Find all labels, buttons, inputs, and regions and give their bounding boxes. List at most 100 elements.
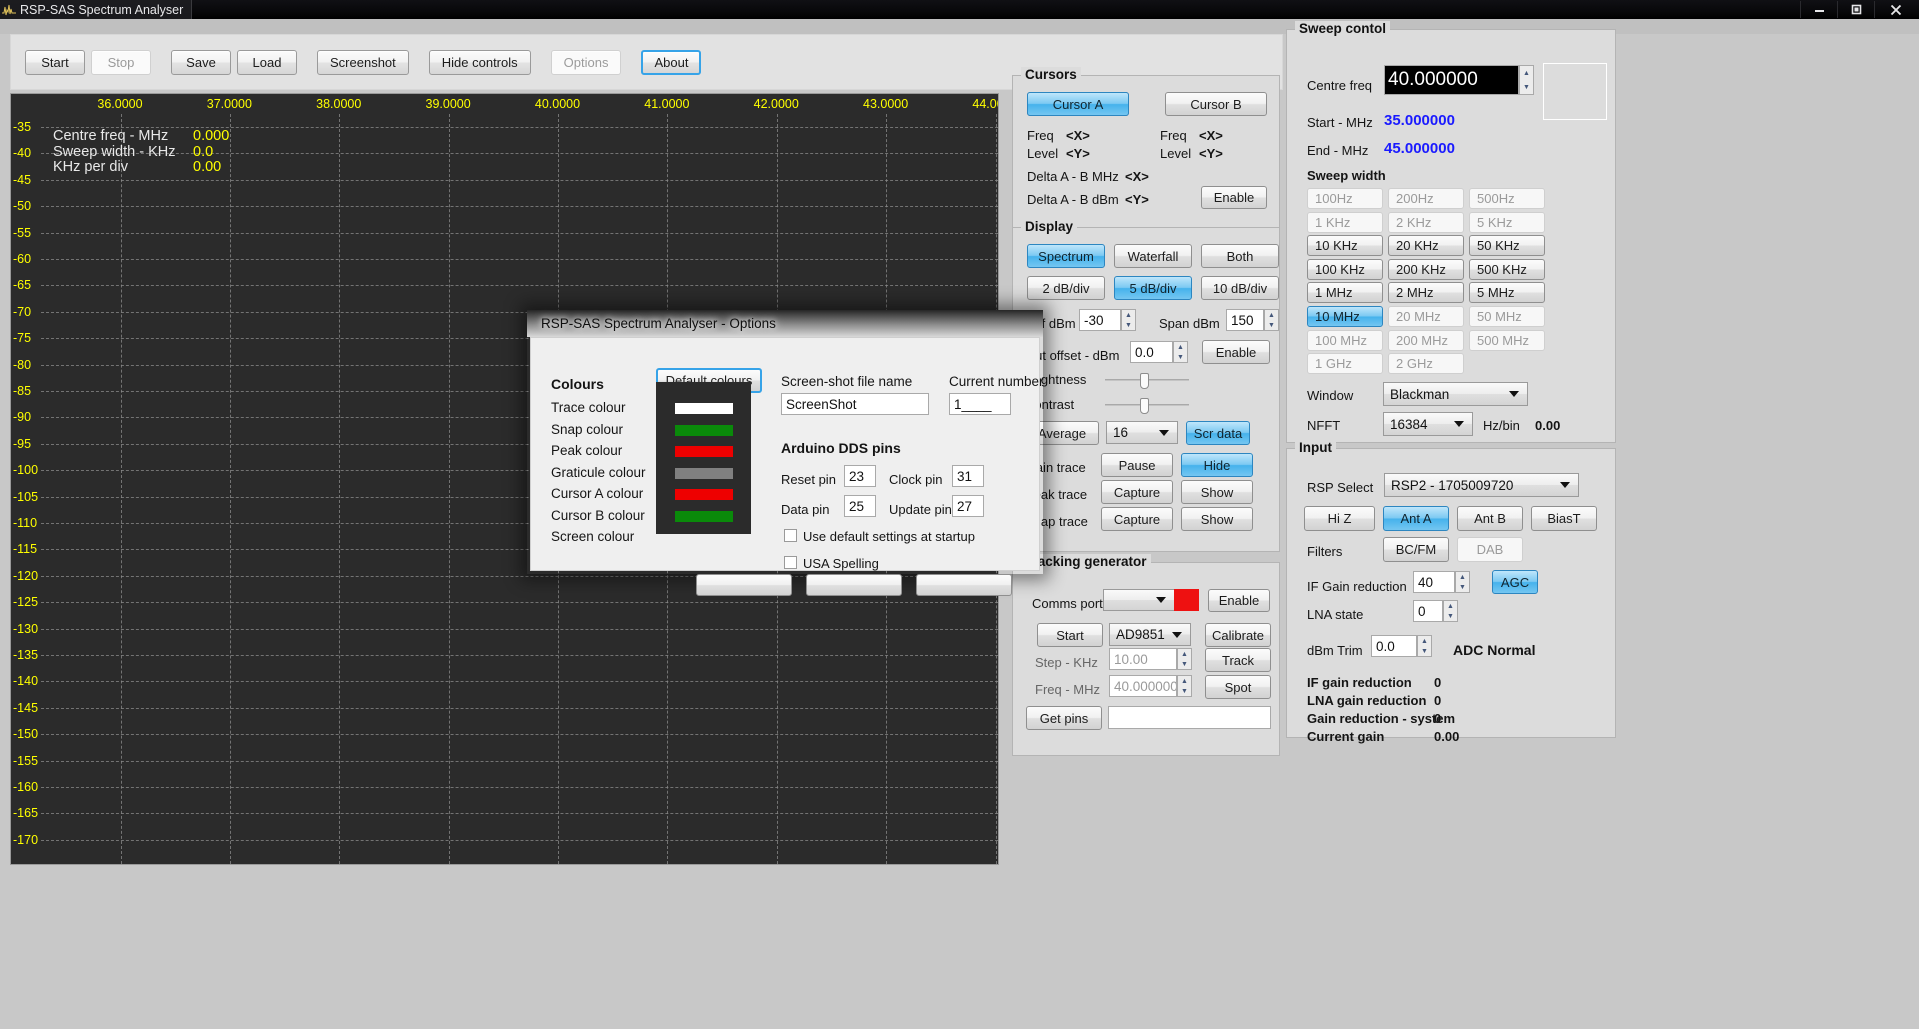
start-button[interactable]: Start (25, 49, 85, 75)
spinner-down-icon[interactable]: ▼ (1520, 80, 1533, 94)
spinner-up-icon[interactable]: ▲ (1520, 66, 1533, 80)
step-khz-input[interactable]: 10.00 (1109, 648, 1177, 670)
biast-button[interactable]: BiasT (1531, 506, 1597, 531)
sweep-width-button-50-mhz[interactable]: 50 MHz (1469, 306, 1545, 327)
ref-dbm-input[interactable]: -30 (1079, 309, 1121, 331)
out-offset-input[interactable]: 0.0 (1130, 341, 1173, 363)
sweep-width-button-10-khz[interactable]: 10 KHz (1307, 235, 1383, 257)
update-pin-input[interactable]: 27 (952, 495, 984, 517)
window-select[interactable]: Blackman (1383, 382, 1528, 406)
colour-swatch[interactable] (675, 424, 733, 436)
span-dbm-spinner[interactable]: ▲ ▼ (1264, 309, 1279, 331)
stop-button[interactable]: Stop (91, 49, 151, 75)
ant-a-button[interactable]: Ant A (1383, 506, 1449, 531)
sweep-width-button-200hz[interactable]: 200Hz (1388, 188, 1464, 209)
sweep-width-button-5-mhz[interactable]: 5 MHz (1469, 282, 1545, 304)
sweep-width-button-1-khz[interactable]: 1 KHz (1307, 211, 1383, 233)
span-dbm-input[interactable]: 150 (1226, 309, 1264, 331)
tracking-freq-input[interactable]: 40.000000 (1109, 675, 1177, 697)
tracking-enable-button[interactable]: Enable (1208, 589, 1270, 612)
centre-freq-spinner[interactable]: ▲ ▼ (1519, 65, 1534, 95)
spinner-up-icon[interactable]: ▲ (1178, 676, 1191, 686)
spectrum-mode-button[interactable]: Spectrum (1027, 244, 1105, 268)
tracking-start-button[interactable]: Start (1037, 623, 1103, 647)
spinner-down-icon[interactable]: ▼ (1444, 611, 1457, 621)
cursor-a-button-selected[interactable]: Cursor A (1027, 92, 1129, 116)
spinner-down-icon[interactable]: ▼ (1122, 320, 1135, 330)
out-offset-enable-button[interactable]: Enable (1202, 340, 1270, 364)
pins-output-field[interactable] (1108, 706, 1271, 729)
slider-thumb[interactable] (1140, 398, 1149, 414)
waterfall-mode-button[interactable]: Waterfall (1114, 244, 1192, 268)
both-mode-button[interactable]: Both (1201, 244, 1279, 268)
sweep-width-button-200-mhz[interactable]: 200 MHz (1388, 329, 1464, 351)
snap-trace-capture-button[interactable]: Capture (1101, 507, 1173, 531)
spinner-down-icon[interactable]: ▼ (1178, 659, 1191, 669)
options-button[interactable]: Options (550, 49, 622, 75)
sweep-width-button-20-khz[interactable]: 20 KHz (1388, 235, 1464, 257)
sweep-width-button-1-mhz[interactable]: 1 MHz (1307, 282, 1383, 304)
usa-spelling-checkbox[interactable] (784, 556, 797, 569)
sweep-width-button-100-khz[interactable]: 100 KHz (1307, 258, 1383, 280)
comms-port-select[interactable] (1103, 589, 1175, 611)
main-trace-pause-button[interactable]: Pause (1101, 453, 1173, 477)
dbm-trim-input[interactable]: 0.0 (1371, 635, 1417, 657)
sweep-width-button-500-mhz[interactable]: 500 MHz (1469, 329, 1545, 351)
spinner-up-icon[interactable]: ▲ (1418, 636, 1431, 646)
default-settings-checkbox[interactable] (784, 529, 797, 542)
brightness-slider[interactable] (1105, 373, 1189, 389)
cursor-b-button[interactable]: Cursor B (1165, 92, 1267, 116)
2db-div-button[interactable]: 2 dB/div (1027, 276, 1105, 300)
dds-device-select[interactable]: AD9851 (1109, 623, 1191, 646)
sweep-width-button-2-mhz[interactable]: 2 MHz (1388, 282, 1464, 304)
slider-thumb[interactable] (1140, 373, 1149, 389)
sweep-width-button-2-khz[interactable]: 2 KHz (1388, 211, 1464, 233)
nfft-select[interactable]: 16384 (1383, 412, 1473, 436)
bcfm-filter-button[interactable]: BC/FM (1383, 537, 1449, 562)
lna-state-input[interactable]: 0 (1413, 600, 1443, 622)
spinner-down-icon[interactable]: ▼ (1265, 320, 1278, 330)
10db-div-button[interactable]: 10 dB/div (1201, 276, 1279, 300)
cursors-enable-button[interactable]: Enable (1201, 186, 1267, 209)
colour-swatch[interactable] (675, 403, 733, 414)
sweep-width-button-100hz[interactable]: 100Hz (1307, 188, 1383, 209)
about-button[interactable]: About (641, 49, 702, 75)
options-dialog-titlebar[interactable]: RSP-SAS Spectrum Analyser - Options (527, 310, 1043, 337)
save-button[interactable]: Save (171, 49, 231, 75)
calibrate-button[interactable]: Calibrate (1205, 623, 1271, 647)
minimize-button[interactable] (1800, 1, 1837, 18)
if-gain-spinner[interactable]: ▲ ▼ (1455, 571, 1470, 593)
spinner-up-icon[interactable]: ▲ (1122, 310, 1135, 320)
hi-z-button[interactable]: Hi Z (1304, 506, 1375, 531)
spinner-up-icon[interactable]: ▲ (1444, 601, 1457, 611)
spinner-up-icon[interactable]: ▲ (1265, 310, 1278, 320)
sweep-width-button-20-mhz[interactable]: 20 MHz (1388, 306, 1464, 327)
5db-div-button[interactable]: 5 dB/div (1114, 276, 1192, 300)
tracking-freq-spinner[interactable]: ▲ ▼ (1177, 675, 1192, 697)
centre-freq-input[interactable]: 40.000000 (1384, 65, 1519, 95)
load-button[interactable]: Load (237, 49, 297, 75)
screenshot-button[interactable]: Screenshot (317, 49, 409, 75)
colour-swatch[interactable] (675, 446, 733, 457)
peak-trace-show-button[interactable]: Show (1181, 480, 1253, 504)
reset-pin-input[interactable]: 23 (844, 465, 876, 487)
dab-filter-button[interactable]: DAB (1457, 537, 1523, 562)
spinner-down-icon[interactable]: ▼ (1178, 686, 1191, 696)
spot-button[interactable]: Spot (1205, 675, 1271, 699)
spinner-up-icon[interactable]: ▲ (1178, 649, 1191, 659)
screenshot-filename-input[interactable]: ScreenShot (781, 393, 929, 415)
sweep-width-button-200-khz[interactable]: 200 KHz (1388, 258, 1464, 280)
get-pins-button[interactable]: Get pins (1026, 706, 1102, 730)
hide-controls-button[interactable]: Hide controls (428, 49, 531, 75)
if-gain-input[interactable]: 40 (1413, 571, 1455, 593)
sweep-width-button-500-khz[interactable]: 500 KHz (1469, 258, 1545, 280)
current-number-input[interactable]: 1____ (949, 393, 1011, 415)
peak-trace-capture-button[interactable]: Capture (1101, 480, 1173, 504)
close-button[interactable] (1874, 1, 1917, 18)
sweep-width-button-10-mhz[interactable]: 10 MHz (1307, 306, 1383, 327)
dialog-button-3[interactable] (916, 574, 1012, 596)
sweep-width-button-2-ghz[interactable]: 2 GHz (1388, 353, 1464, 375)
spinner-down-icon[interactable]: ▼ (1456, 582, 1469, 592)
dialog-button-2[interactable] (806, 574, 902, 596)
maximize-button[interactable] (1837, 1, 1874, 18)
